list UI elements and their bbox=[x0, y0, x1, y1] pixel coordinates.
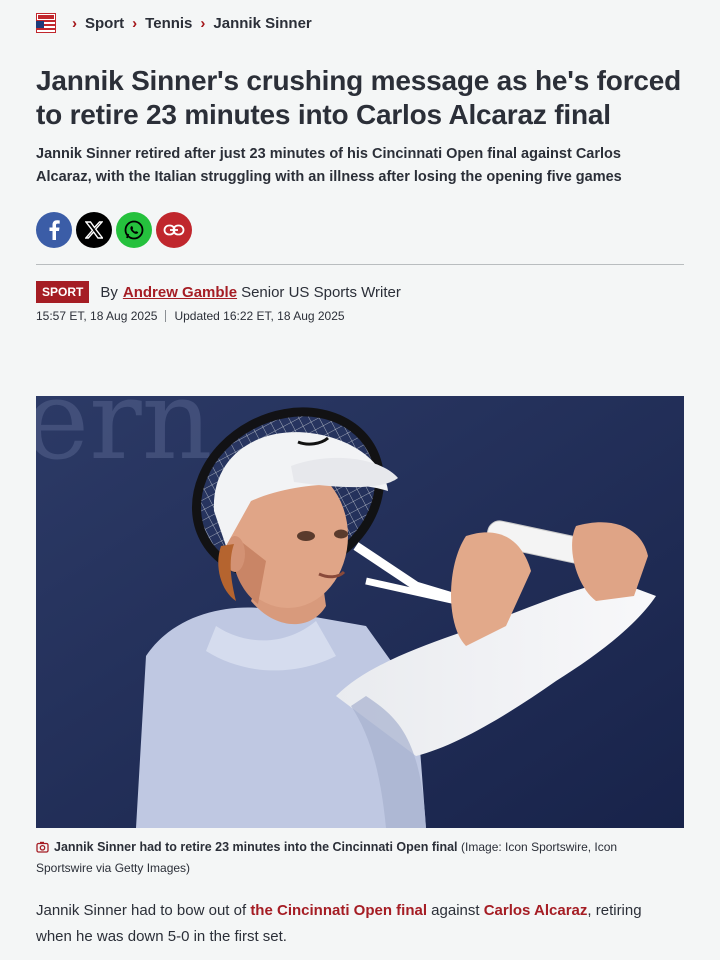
paragraph-text: Jannik Sinner had to bow out of bbox=[36, 902, 251, 919]
share-x-button[interactable] bbox=[76, 212, 112, 248]
chevron-right-icon: › bbox=[200, 14, 206, 32]
article-headline: Jannik Sinner's crushing message as he's… bbox=[36, 65, 682, 130]
byline: SPORT By Andrew Gamble Senior US Sports … bbox=[36, 281, 401, 303]
x-icon bbox=[85, 221, 103, 239]
copy-link-button[interactable] bbox=[156, 212, 192, 248]
author-role: Senior US Sports Writer bbox=[241, 283, 401, 301]
image-caption: Jannik Sinner had to retire 23 minutes i… bbox=[36, 838, 676, 878]
chevron-right-icon: › bbox=[132, 14, 138, 32]
date-separator bbox=[165, 310, 167, 322]
publish-dates: 15:57 ET, 18 Aug 2025 Updated 16:22 ET, … bbox=[36, 309, 345, 323]
share-bar bbox=[36, 212, 192, 248]
camera-icon bbox=[36, 840, 49, 859]
author-link[interactable]: Andrew Gamble bbox=[123, 284, 237, 301]
breadcrumb: › Sport › Tennis › Jannik Sinner bbox=[36, 12, 312, 34]
cincinnati-open-link[interactable]: the Cincinnati Open final bbox=[250, 902, 427, 919]
link-icon bbox=[163, 224, 185, 236]
hero-image[interactable]: ern bbox=[36, 396, 684, 828]
carlos-alcaraz-link[interactable]: Carlos Alcaraz bbox=[484, 902, 588, 919]
share-whatsapp-button[interactable] bbox=[116, 212, 152, 248]
divider bbox=[36, 264, 684, 265]
published-date: 15:57 ET, 18 Aug 2025 bbox=[36, 309, 158, 323]
article-paragraph: Jannik Sinner had to bow out of the Cinc… bbox=[36, 898, 676, 950]
whatsapp-icon bbox=[124, 220, 144, 240]
article-standfirst: Jannik Sinner retired after just 23 minu… bbox=[36, 146, 622, 185]
by-label: By bbox=[100, 283, 118, 301]
breadcrumb-sport[interactable]: Sport bbox=[85, 15, 124, 32]
mirror-us-logo[interactable] bbox=[36, 13, 56, 33]
background-banner-text: ern bbox=[36, 396, 213, 484]
facebook-icon bbox=[49, 220, 60, 240]
chevron-right-icon: › bbox=[72, 14, 77, 32]
share-facebook-button[interactable] bbox=[36, 212, 72, 248]
breadcrumb-tennis[interactable]: Tennis bbox=[145, 15, 192, 32]
breadcrumb-jannik-sinner[interactable]: Jannik Sinner bbox=[213, 15, 311, 32]
caption-text: Jannik Sinner had to retire 23 minutes i… bbox=[54, 840, 458, 854]
section-tag[interactable]: SPORT bbox=[36, 281, 90, 303]
paragraph-text: against bbox=[427, 902, 484, 919]
updated-date: Updated 16:22 ET, 18 Aug 2025 bbox=[174, 309, 345, 323]
